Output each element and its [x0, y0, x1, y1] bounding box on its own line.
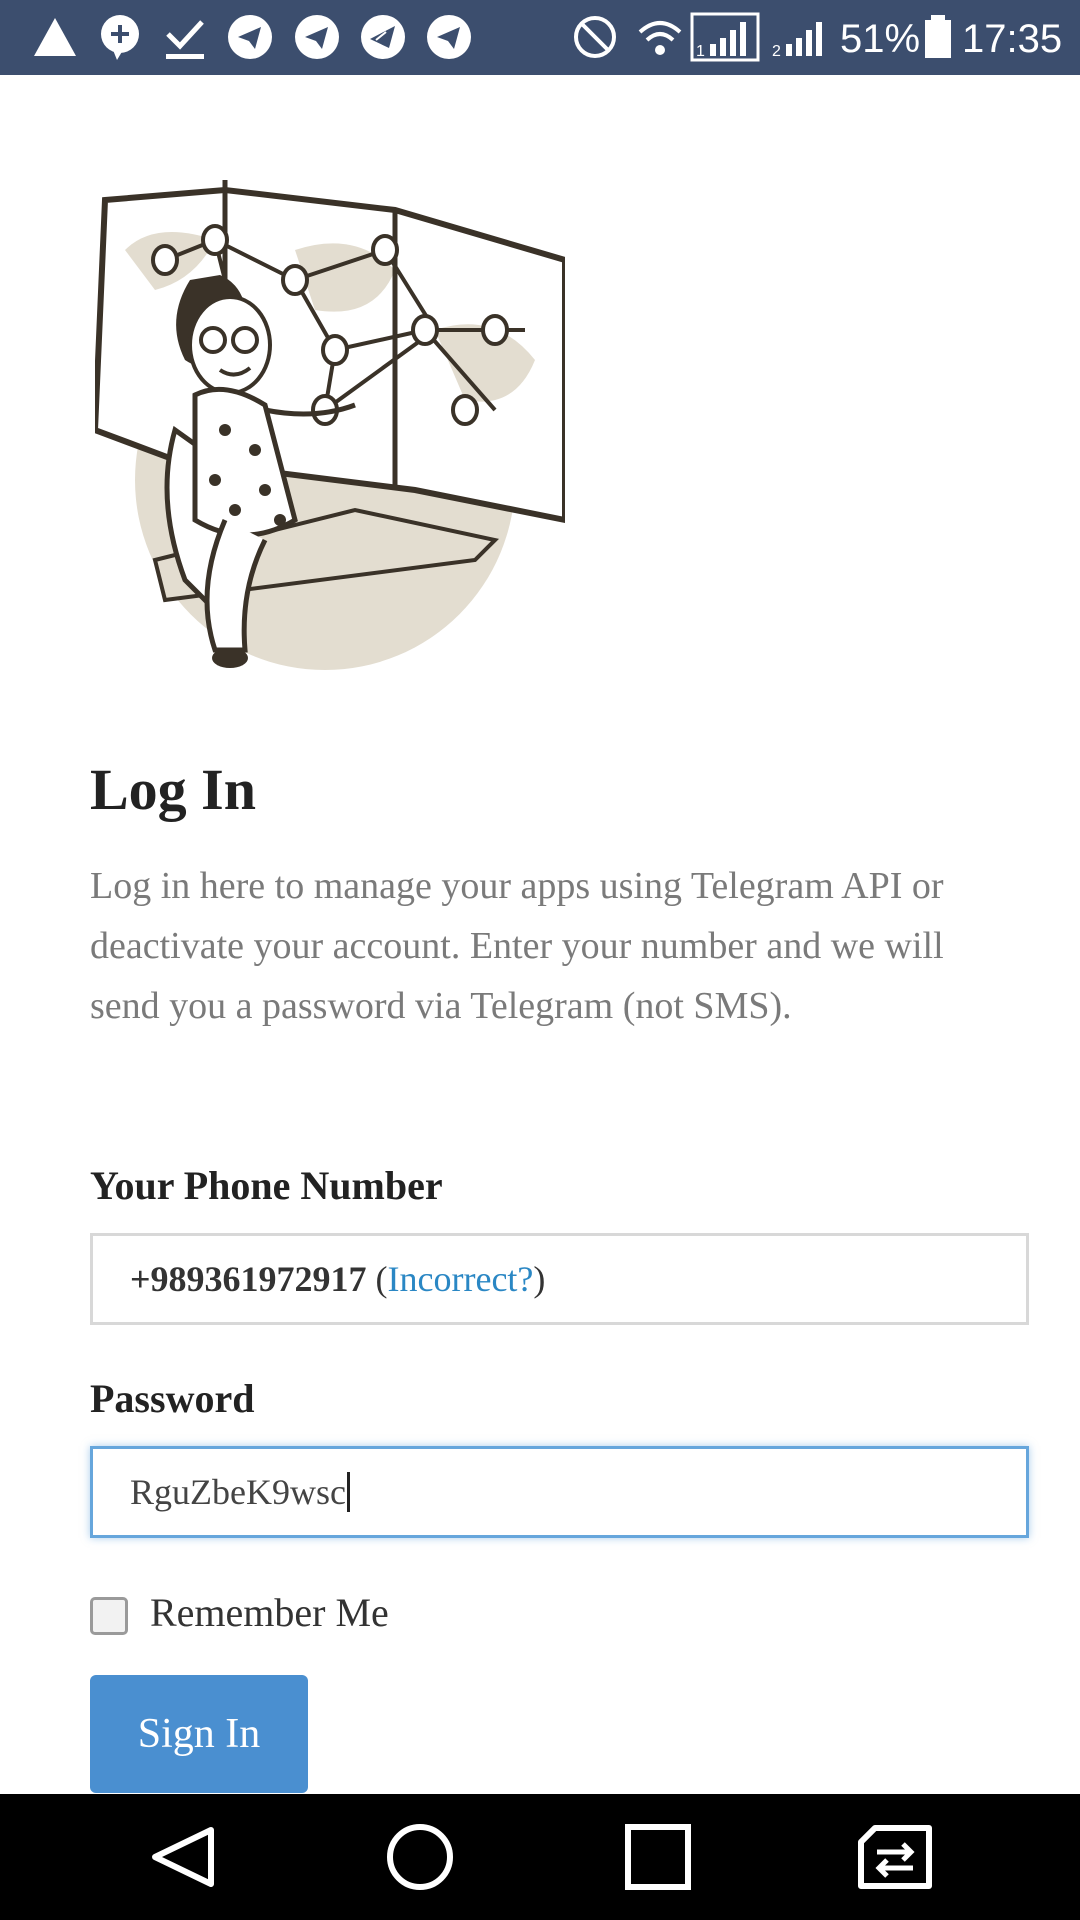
status-bar: 1 2 51% 17:35 — [0, 0, 1080, 75]
plus-bubble-icon — [101, 15, 139, 60]
phone-field: +989361972917 (Incorrect?) — [90, 1233, 1029, 1325]
recents-icon[interactable] — [618, 1822, 698, 1892]
telegram-icon — [295, 15, 339, 59]
download-icon — [166, 20, 204, 59]
sign-in-button[interactable]: Sign In — [90, 1675, 308, 1793]
alert-triangle-icon — [34, 18, 76, 56]
battery-percent: 51% — [840, 17, 921, 61]
switch-sim-icon[interactable] — [855, 1822, 935, 1892]
clock: 17:35 — [962, 17, 1063, 61]
signal-sim2-icon: 2 — [772, 22, 822, 60]
page-title: Log In — [90, 757, 257, 822]
password-label: Password — [90, 1376, 255, 1421]
do-not-disturb-icon — [574, 16, 616, 58]
sim1-label: 1 — [696, 43, 705, 60]
telegram-icon — [228, 15, 272, 59]
back-icon[interactable] — [143, 1822, 223, 1892]
telegram-x-icon — [361, 15, 405, 59]
intro-text: Log in here to manage your apps using Te… — [90, 865, 944, 1027]
home-icon[interactable] — [380, 1822, 460, 1892]
open-paren: ( — [366, 1259, 388, 1299]
phone-label: Your Phone Number — [90, 1163, 443, 1208]
incorrect-link[interactable]: Incorrect? — [388, 1258, 534, 1300]
password-value: RguZbeK9wsc — [130, 1472, 346, 1512]
signal-sim1-icon: 1 — [690, 12, 760, 62]
telegram-illustration — [95, 180, 565, 670]
navigation-bar — [0, 1794, 1080, 1920]
battery-icon — [925, 15, 951, 58]
remember-me-checkbox[interactable] — [90, 1597, 128, 1635]
close-paren: ) — [533, 1259, 546, 1299]
password-input[interactable]: RguZbeK9wsc — [90, 1446, 1029, 1538]
remember-me-label[interactable]: Remember Me — [150, 1588, 389, 1638]
phone-value: +989361972917 — [130, 1259, 367, 1299]
text-caret — [346, 1472, 350, 1512]
telegram-icon — [427, 15, 471, 59]
wifi-icon — [638, 21, 682, 55]
sim2-label: 2 — [772, 43, 781, 60]
